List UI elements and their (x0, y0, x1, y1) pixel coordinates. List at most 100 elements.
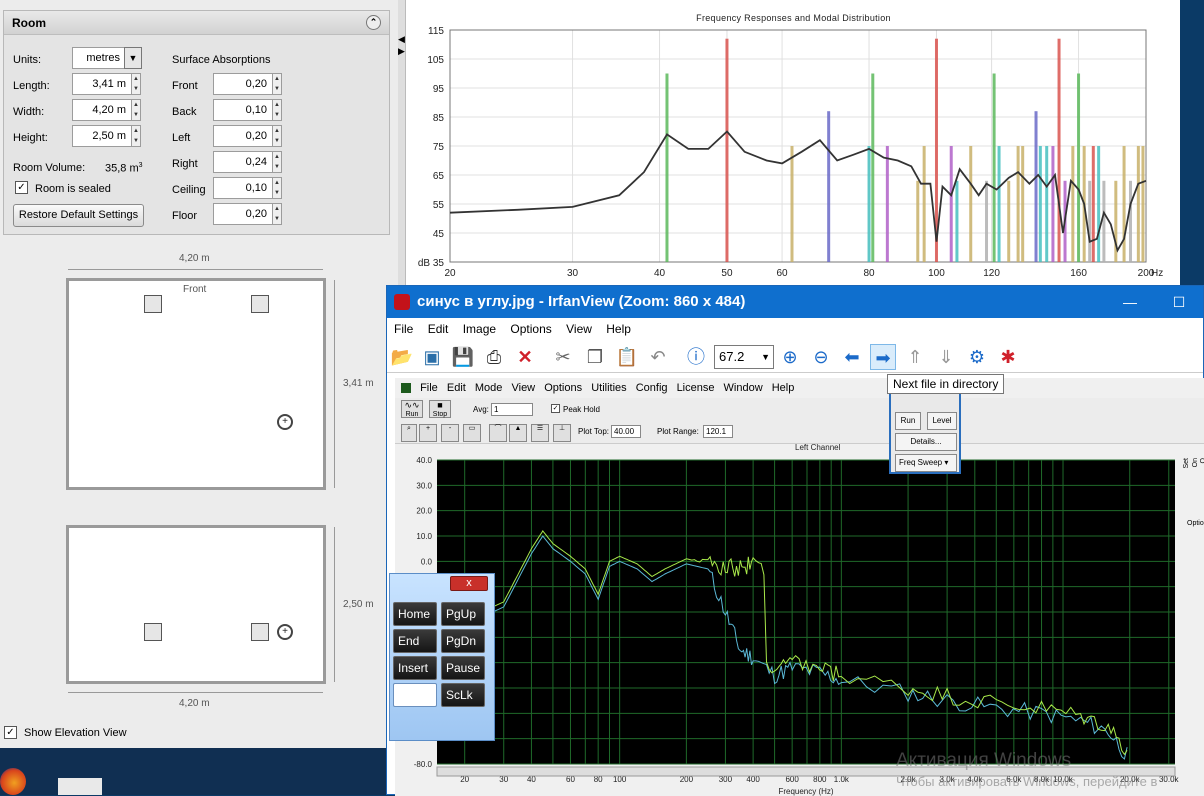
key-pause[interactable]: Pause (441, 656, 485, 680)
expand-right-icon[interactable]: ▶ (398, 46, 405, 57)
paste-icon[interactable]: 📋 (614, 344, 640, 370)
right-absorption-input[interactable]: 0,24 (213, 151, 273, 173)
listener-position-icon[interactable]: + (277, 624, 293, 640)
irfanview-image-area: File Edit Mode View Options Utilities Co… (395, 378, 1204, 796)
width-spinner[interactable]: ▲ ▼ (131, 99, 141, 121)
cut-icon[interactable]: ✂ (550, 344, 576, 370)
surface-label: Ceiling (172, 184, 206, 196)
rta-stop-button: ■ Stop (429, 400, 451, 418)
undo-icon[interactable]: ↶ (645, 344, 671, 370)
modal-bar (1016, 146, 1020, 262)
right-absorption-spinner[interactable]: ▲ ▼ (272, 151, 282, 173)
room-sealed-checkbox[interactable]: ✓ (15, 181, 28, 194)
irfanview-logo-icon[interactable]: ✱ (995, 344, 1021, 370)
firefox-icon[interactable] (0, 768, 26, 795)
menu-image[interactable]: Image (463, 322, 496, 336)
irfanview-titlebar[interactable]: синус в углу.jpg - IrfanView (Zoom: 860 … (387, 286, 1203, 318)
right-speaker-icon[interactable] (251, 295, 269, 313)
room-elevation-view[interactable]: + (66, 525, 326, 684)
rta-popup-run-button: Run (895, 412, 921, 430)
rta-table-icon: ☰ (531, 424, 549, 442)
x-tick-label: 60 (777, 268, 789, 279)
minimize-icon[interactable]: — (1110, 286, 1150, 318)
length-spinner[interactable]: ▲ ▼ (131, 73, 141, 95)
maximize-icon[interactable]: ☐ (1159, 286, 1199, 318)
modal-bar (871, 73, 875, 262)
rta-popup-details-button: Details... (895, 433, 957, 451)
print-icon[interactable]: ⎙ (481, 344, 507, 370)
activation-watermark-text: Чтобы активировать Windows, перейдите в (896, 774, 1158, 789)
collapse-icon[interactable]: ⌃ (366, 15, 381, 30)
modal-bar (949, 146, 953, 262)
room-panel-header[interactable]: Room ⌃ (4, 11, 389, 35)
menu-options[interactable]: Options (510, 322, 551, 336)
units-select[interactable]: metres (72, 47, 126, 69)
y-tick-label: 75 (433, 142, 445, 153)
zoom-in-icon[interactable]: ⊕ (777, 344, 803, 370)
key-sclk[interactable]: ScLk (441, 683, 485, 707)
modal-bar (1141, 146, 1145, 262)
show-elevation-checkbox[interactable]: ✓ (4, 726, 17, 739)
panel-splitter[interactable]: ◀ ▶ (398, 0, 405, 292)
surface-label: Floor (172, 210, 198, 222)
units-dropdown-arrow-icon[interactable]: ▼ (124, 47, 142, 69)
zoom-out-icon[interactable]: ⊖ (808, 344, 834, 370)
settings-tools-icon[interactable]: ⚙ (964, 344, 990, 370)
key-pgup[interactable]: PgUp (441, 602, 485, 626)
height-spinner[interactable]: ▲ ▼ (131, 125, 141, 147)
taskbar-window-thumbnail[interactable] (58, 778, 102, 795)
back-absorption-spinner[interactable]: ▲ ▼ (272, 99, 282, 121)
modal-bar (955, 180, 959, 262)
restore-defaults-button[interactable]: Restore Default Settings (13, 204, 144, 227)
left-speaker-icon[interactable] (144, 623, 162, 641)
rta-y-tick-label: 40.0 (416, 456, 432, 465)
floor-absorption-spinner[interactable]: ▲ ▼ (272, 203, 282, 225)
front-absorption-spinner[interactable]: ▲ ▼ (272, 73, 282, 95)
room-plan-view[interactable]: Front + (66, 278, 326, 490)
previous-file-icon[interactable]: ⬅ (839, 344, 865, 370)
front-absorption-input[interactable]: 0,20 (213, 73, 273, 95)
menu-file[interactable]: File (394, 322, 413, 336)
key-blank[interactable] (393, 683, 437, 707)
key-pgdn[interactable]: PgDn (441, 629, 485, 653)
width-input[interactable]: 4,20 m (72, 99, 132, 121)
left-absorption-spinner[interactable]: ▲ ▼ (272, 125, 282, 147)
thumbnails-icon[interactable]: ▣ (419, 344, 445, 370)
collapse-left-icon[interactable]: ◀ (398, 34, 405, 45)
menu-view[interactable]: View (566, 322, 592, 336)
room-volume-label: Room Volume: (13, 162, 86, 174)
save-icon[interactable]: 💾 (450, 344, 476, 370)
last-page-icon[interactable]: ⇓ (933, 344, 959, 370)
copy-icon[interactable]: ❐ (582, 344, 608, 370)
modal-bar (985, 180, 989, 262)
x-tick-label: 120 (983, 268, 1000, 279)
length-input[interactable]: 3,41 m (72, 73, 132, 95)
ceiling-absorption-spinner[interactable]: ▲ ▼ (272, 177, 282, 199)
left-speaker-icon[interactable] (144, 295, 162, 313)
first-page-icon[interactable]: ⇑ (902, 344, 928, 370)
ceiling-absorption-input[interactable]: 0,10 (213, 177, 273, 199)
menu-help[interactable]: Help (606, 322, 631, 336)
next-file-icon[interactable]: ➡ (870, 344, 896, 370)
close-icon[interactable]: x (450, 576, 488, 591)
back-absorption-input[interactable]: 0,10 (213, 99, 273, 121)
chevron-down-icon[interactable]: ▼ (761, 346, 770, 368)
info-icon[interactable]: ⓘ (683, 344, 709, 370)
left-absorption-input[interactable]: 0,20 (213, 125, 273, 147)
rta-y-tick-label: 30.0 (416, 481, 432, 490)
zoom-combobox[interactable]: 67.2 ▼ (714, 345, 774, 369)
key-home[interactable]: Home (393, 602, 437, 626)
menu-edit[interactable]: Edit (428, 322, 449, 336)
key-insert[interactable]: Insert (393, 656, 437, 680)
modal-bar (1097, 146, 1101, 262)
listener-position-icon[interactable]: + (277, 414, 293, 430)
right-speaker-icon[interactable] (251, 623, 269, 641)
delete-icon[interactable]: ✕ (512, 344, 538, 370)
floor-absorption-input[interactable]: 0,20 (213, 203, 273, 225)
modal-bar (1122, 146, 1126, 262)
open-folder-icon[interactable]: 📂 (389, 344, 415, 370)
surface-label: Right (172, 158, 198, 170)
rta-channel-title: Left Channel (795, 443, 841, 452)
key-end[interactable]: End (393, 629, 437, 653)
height-input[interactable]: 2,50 m (72, 125, 132, 147)
